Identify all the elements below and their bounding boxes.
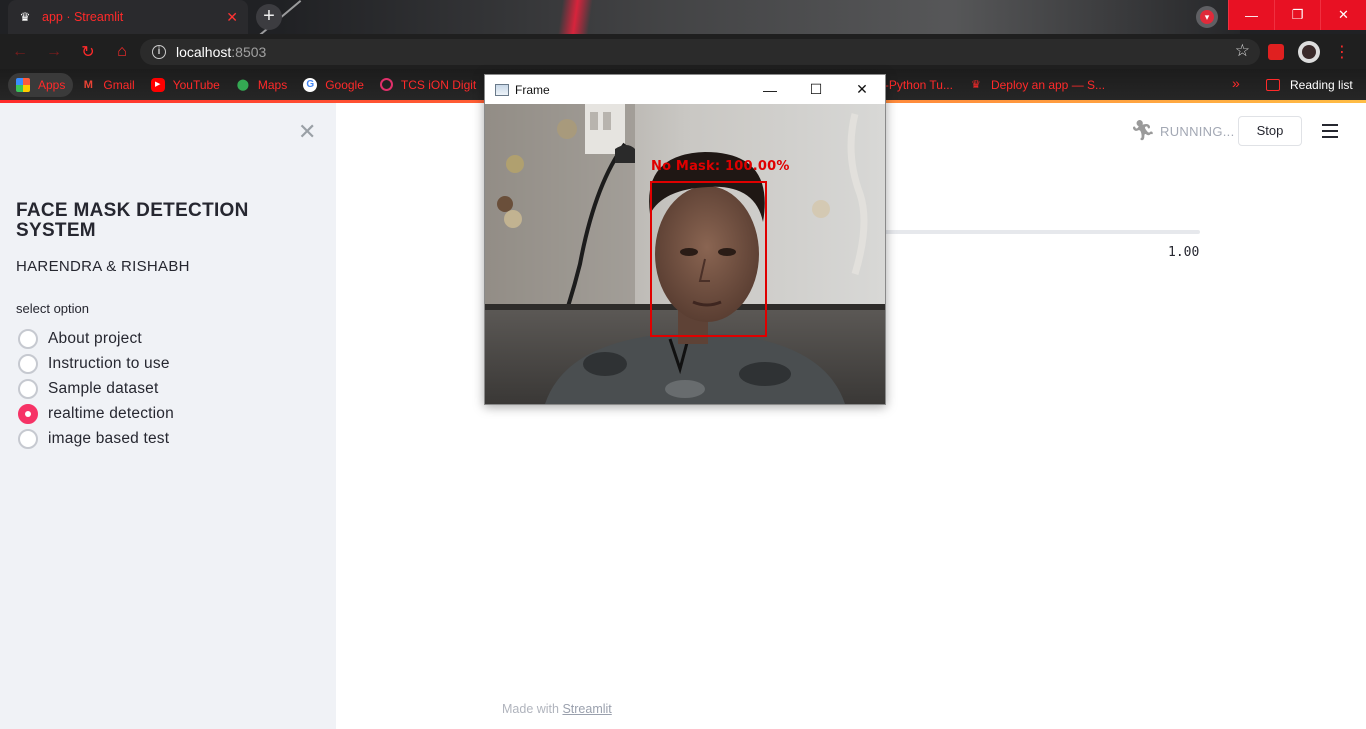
- bookmark-label: Google: [325, 77, 364, 92]
- radio-circle[interactable]: [18, 353, 38, 374]
- radio-realtime-detection[interactable]: realtime detection: [18, 401, 174, 426]
- toolbar-right: ⋮: [1268, 34, 1366, 69]
- bookmark-label: Maps: [257, 77, 288, 92]
- browser-tab-bar: ♛ app · Streamlit ✕ + ▾ — ❐ ✕: [0, 0, 1366, 34]
- tcs-icon: [379, 78, 393, 91]
- bookmark-label: Deploy an app — S...: [990, 77, 1106, 92]
- theme-background: [280, 0, 1240, 34]
- footer: Made with Streamlit: [502, 702, 612, 716]
- detection-label: No Mask: 100.00%: [651, 159, 790, 174]
- close-icon[interactable]: ✕: [298, 119, 316, 145]
- status-text: RUNNING...: [1160, 123, 1235, 139]
- crown-icon: ♛: [971, 78, 981, 91]
- running-status: 🏃︎ RUNNING...: [1130, 118, 1235, 144]
- hamburger-menu-icon[interactable]: [1322, 124, 1338, 138]
- close-icon[interactable]: ✕: [839, 75, 885, 104]
- window-minimize-button[interactable]: —: [1228, 0, 1274, 30]
- app-title: FACE MASK DETECTION SYSTEM: [16, 200, 249, 241]
- minimize-icon[interactable]: —: [747, 75, 793, 104]
- reading-list-label: Reading list: [1290, 78, 1353, 92]
- bookmark-label: Gmail: [103, 77, 135, 92]
- radio-instruction-to-use[interactable]: Instruction to use: [18, 351, 174, 376]
- site-info-icon[interactable]: i: [152, 45, 166, 59]
- chevron-down-icon: ▾: [1200, 10, 1214, 24]
- profile-avatar[interactable]: [1298, 40, 1320, 63]
- radio-group-label: select option: [16, 301, 89, 316]
- bookmark-label: TCS iON Digit: [400, 77, 477, 92]
- maximize-icon[interactable]: ☐: [793, 75, 839, 104]
- gmail-icon: M: [83, 78, 93, 91]
- bookmark-gmail[interactable]: M Gmail: [73, 73, 142, 97]
- window-close-button[interactable]: ✕: [1320, 0, 1366, 30]
- bookmark-maps[interactable]: ⬤ Maps: [228, 73, 295, 97]
- radio-about-project[interactable]: About project: [18, 326, 174, 351]
- slider-max-label: 1.00: [1168, 245, 1200, 260]
- radio-circle-selected[interactable]: [18, 403, 38, 424]
- bookmark-tcs[interactable]: TCS iON Digit: [372, 73, 484, 97]
- tab-close-icon[interactable]: ✕: [226, 9, 238, 26]
- bookmark-star-icon[interactable]: ☆: [1235, 41, 1250, 61]
- radio-sample-dataset[interactable]: Sample dataset: [18, 376, 174, 401]
- webcam-frame: No Mask: 100.00%: [485, 104, 885, 404]
- bookmark-label: Apps: [38, 77, 66, 92]
- bookmark-label: YouTube: [172, 77, 220, 92]
- radio-circle[interactable]: [18, 428, 38, 449]
- radio-label: image based test: [48, 429, 170, 447]
- window-controls: — ☐ ✕: [747, 75, 885, 104]
- browser-toolbar: ← → ↻ ⌂ i localhost:8503 ☆ ⋮: [0, 34, 1366, 69]
- url-port: :8503: [231, 44, 267, 60]
- window-title: Frame: [515, 82, 550, 97]
- browser-tab-active[interactable]: ♛ app · Streamlit ✕: [8, 0, 248, 34]
- running-man-icon: 🏃︎: [1130, 120, 1156, 142]
- tab-title: app · Streamlit: [42, 10, 124, 24]
- google-icon: G: [303, 77, 318, 92]
- bookmark-google[interactable]: G Google: [295, 73, 372, 97]
- window-titlebar[interactable]: Frame — ☐ ✕: [485, 75, 885, 104]
- youtube-icon: ▶: [150, 77, 165, 92]
- tab-search-button[interactable]: ▾: [1196, 6, 1218, 28]
- forward-arrow-icon[interactable]: →: [40, 38, 68, 66]
- kebab-menu-icon[interactable]: ⋮: [1334, 42, 1350, 62]
- new-tab-button[interactable]: +: [256, 4, 282, 30]
- footer-prefix: Made with: [502, 702, 563, 716]
- reload-icon[interactable]: ↻: [74, 38, 102, 66]
- bookmark-deploy[interactable]: ♛ Deploy an app — S...: [961, 73, 1113, 97]
- bookmarks-overflow-chevron-icon[interactable]: »: [1232, 75, 1240, 91]
- stop-button[interactable]: Stop: [1238, 116, 1302, 146]
- back-arrow-icon[interactable]: ←: [6, 38, 34, 66]
- window-restore-button[interactable]: ❐: [1274, 0, 1320, 30]
- reading-list-icon: [1266, 79, 1280, 91]
- streamlit-favicon-icon: ♛: [19, 10, 31, 24]
- window-app-icon: [495, 83, 509, 96]
- maps-pin-icon: ⬤: [236, 78, 250, 91]
- bookmark-youtube[interactable]: ▶ YouTube: [143, 73, 228, 97]
- slider-track[interactable]: [880, 230, 1200, 234]
- radio-label: About project: [48, 329, 142, 347]
- window-controls: — ❐ ✕: [1228, 0, 1366, 30]
- radio-circle[interactable]: [18, 378, 38, 399]
- opencv-frame-window[interactable]: Frame — ☐ ✕ No Mask: 100.00%: [484, 74, 886, 405]
- radio-label: Instruction to use: [48, 354, 170, 372]
- apps-grid-icon: [16, 77, 30, 92]
- radio-image-based-test[interactable]: image based test: [18, 426, 174, 451]
- radio-circle[interactable]: [18, 328, 38, 349]
- theme-glow: [555, 0, 595, 34]
- sidebar: ✕ FACE MASK DETECTION SYSTEM HARENDRA & …: [0, 103, 336, 729]
- url-host: localhost: [176, 44, 232, 60]
- radio-label: Sample dataset: [48, 379, 159, 397]
- radio-label: realtime detection: [48, 404, 174, 422]
- option-radio-group: About project Instruction to use Sample …: [18, 326, 174, 451]
- reading-list-button[interactable]: Reading list: [1266, 73, 1353, 97]
- detection-box: [650, 181, 767, 337]
- bookmark-apps[interactable]: Apps: [8, 72, 74, 97]
- authors-subtitle: HARENDRA & RISHABH: [16, 258, 190, 275]
- address-bar[interactable]: i localhost:8503 ☆: [140, 39, 1260, 65]
- extension-puzzle-icon[interactable]: [1268, 43, 1284, 60]
- streamlit-link[interactable]: Streamlit: [562, 702, 611, 716]
- home-icon[interactable]: ⌂: [108, 38, 136, 66]
